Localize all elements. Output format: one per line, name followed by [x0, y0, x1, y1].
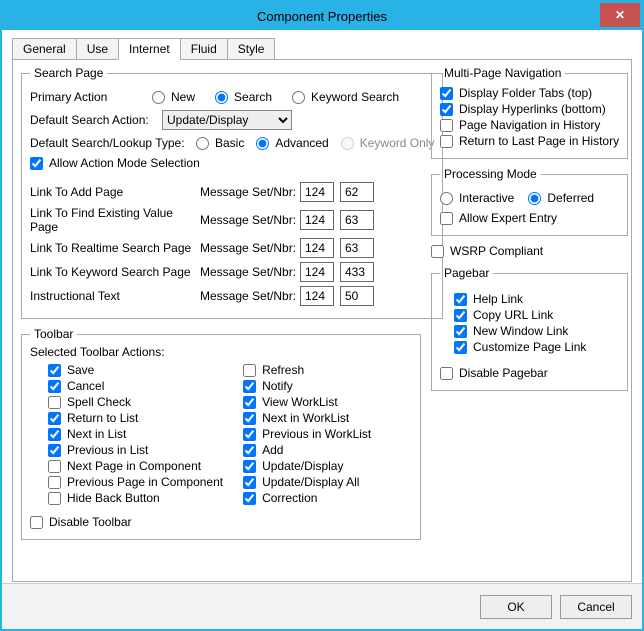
tab-general[interactable]: General — [12, 38, 77, 59]
link-add-label: Link To Add Page — [30, 185, 200, 199]
chk-disable-toolbar[interactable]: Disable Toolbar — [30, 515, 412, 529]
chk-viewwl[interactable]: View WorkList — [243, 395, 412, 409]
tab-fluid[interactable]: Fluid — [180, 38, 228, 59]
link-add-set[interactable] — [300, 182, 334, 202]
link-keyword-label: Link To Keyword Search Page — [30, 265, 200, 279]
chk-spell[interactable]: Spell Check — [48, 395, 223, 409]
chk-copy-url[interactable]: Copy URL Link — [454, 308, 619, 322]
chk-prev[interactable]: Previous in List — [48, 443, 223, 457]
chk-folder-tabs[interactable]: Display Folder Tabs (top) — [440, 86, 619, 100]
dialog-footer: OK Cancel — [2, 583, 642, 629]
pagebar-group: Pagebar Help Link Copy URL Link New Wind… — [431, 266, 628, 391]
chk-refresh[interactable]: Refresh — [243, 363, 412, 377]
default-search-action-select[interactable]: Update/Display — [162, 110, 292, 130]
radio-new[interactable]: New — [152, 90, 195, 104]
tab-internet[interactable]: Internet — [118, 38, 181, 60]
instr-nbr[interactable] — [340, 286, 374, 306]
radio-keyword-search[interactable]: Keyword Search — [292, 90, 399, 104]
cancel-button[interactable]: Cancel — [560, 595, 632, 619]
pmode-legend: Processing Mode — [440, 167, 541, 181]
link-add-nbr[interactable] — [340, 182, 374, 202]
ok-button[interactable]: OK — [480, 595, 552, 619]
instr-text-label: Instructional Text — [30, 289, 200, 303]
chk-correction[interactable]: Correction — [243, 491, 412, 505]
link-keyword-nbr[interactable] — [340, 262, 374, 282]
msg-set-nbr-label: Message Set/Nbr: — [200, 185, 300, 199]
link-find-label: Link To Find Existing Value Page — [30, 206, 200, 234]
titlebar: Component Properties ✕ — [2, 2, 642, 30]
tab-style[interactable]: Style — [227, 38, 276, 59]
chk-hideback[interactable]: Hide Back Button — [48, 491, 223, 505]
chk-hyperlinks[interactable]: Display Hyperlinks (bottom) — [440, 102, 619, 116]
chk-wsrp[interactable]: WSRP Compliant — [431, 244, 628, 258]
radio-deferred[interactable]: Deferred — [528, 191, 594, 205]
radio-keyword-only: Keyword Only — [341, 136, 435, 150]
radio-basic[interactable]: Basic — [196, 136, 244, 150]
link-realtime-nbr[interactable] — [340, 238, 374, 258]
chk-save[interactable]: Save — [48, 363, 223, 377]
primary-action-label: Primary Action — [30, 90, 146, 104]
radio-interactive[interactable]: Interactive — [440, 191, 514, 205]
chk-prevwl[interactable]: Previous in WorkList — [243, 427, 412, 441]
chk-upddisp[interactable]: Update/Display — [243, 459, 412, 473]
chk-customize[interactable]: Customize Page Link — [454, 340, 619, 354]
chk-prevpage[interactable]: Previous Page in Component — [48, 475, 223, 489]
chk-nextpage[interactable]: Next Page in Component — [48, 459, 223, 473]
radio-search[interactable]: Search — [215, 90, 272, 104]
chk-page-nav-history[interactable]: Page Navigation in History — [440, 118, 619, 132]
radio-advanced[interactable]: Advanced — [256, 136, 328, 150]
chk-nextwl[interactable]: Next in WorkList — [243, 411, 412, 425]
link-realtime-set[interactable] — [300, 238, 334, 258]
search-page-group: Search Page Primary Action New Search Ke… — [21, 66, 443, 319]
link-realtime-label: Link To Realtime Search Page — [30, 241, 200, 255]
instr-set[interactable] — [300, 286, 334, 306]
pagebar-legend: Pagebar — [440, 266, 493, 280]
chk-return-last[interactable]: Return to Last Page in History — [440, 134, 619, 148]
chk-next[interactable]: Next in List — [48, 427, 223, 441]
multipage-nav-group: Multi-Page Navigation Display Folder Tab… — [431, 66, 628, 159]
default-lookup-type-label: Default Search/Lookup Type: — [30, 136, 190, 150]
toolbar-legend: Toolbar — [30, 327, 77, 341]
chk-allow-expert[interactable]: Allow Expert Entry — [440, 211, 619, 225]
chk-disable-pagebar[interactable]: Disable Pagebar — [440, 366, 619, 380]
chk-new-window[interactable]: New Window Link — [454, 324, 619, 338]
chk-notify[interactable]: Notify — [243, 379, 412, 393]
tab-use[interactable]: Use — [76, 38, 119, 59]
chk-cancel[interactable]: Cancel — [48, 379, 223, 393]
chk-upddispall[interactable]: Update/Display All — [243, 475, 412, 489]
link-find-set[interactable] — [300, 210, 334, 230]
selected-toolbar-actions-label: Selected Toolbar Actions: — [30, 345, 412, 359]
chk-return[interactable]: Return to List — [48, 411, 223, 425]
close-icon: ✕ — [615, 8, 625, 22]
default-search-action-label: Default Search Action: — [30, 113, 156, 127]
window-title: Component Properties — [2, 9, 642, 24]
chk-add[interactable]: Add — [243, 443, 412, 457]
chk-help-link[interactable]: Help Link — [454, 292, 619, 306]
mpn-legend: Multi-Page Navigation — [440, 66, 565, 80]
link-find-nbr[interactable] — [340, 210, 374, 230]
allow-action-mode-checkbox[interactable]: Allow Action Mode Selection — [30, 156, 434, 170]
tab-strip: General Use Internet Fluid Style — [12, 38, 632, 60]
link-keyword-set[interactable] — [300, 262, 334, 282]
close-button[interactable]: ✕ — [600, 3, 640, 27]
processing-mode-group: Processing Mode Interactive Deferred All… — [431, 167, 628, 236]
search-page-legend: Search Page — [30, 66, 107, 80]
toolbar-group: Toolbar Selected Toolbar Actions: Save C… — [21, 327, 421, 540]
